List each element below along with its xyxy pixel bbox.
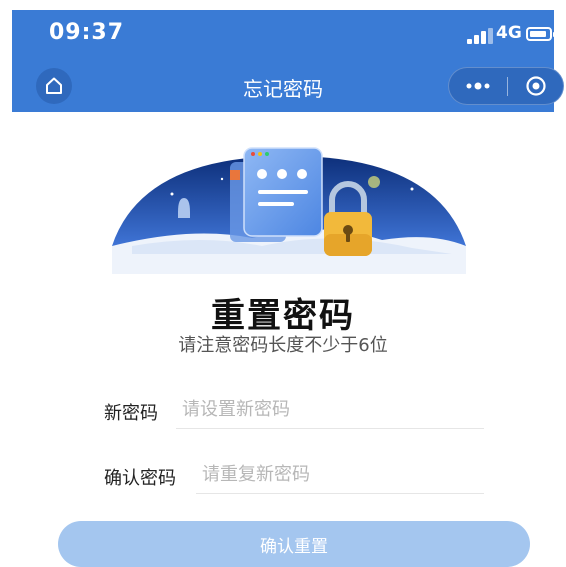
confirm-password-row: 确认密码 [104,456,484,496]
new-password-row: 新密码 [104,391,484,431]
lock-illustration [112,147,466,274]
network-type: 4G [496,23,522,43]
confirm-password-label: 确认密码 [104,468,176,489]
confirm-password-input[interactable] [196,456,484,494]
more-dots-icon [466,82,490,90]
signal-icon [467,28,493,44]
nav-bar: 忘记密码 [12,58,564,112]
battery-icon [526,27,556,41]
capsule-menu [448,67,564,105]
more-button[interactable] [449,68,507,104]
status-time: 09:37 [49,20,125,45]
target-close-icon [526,76,546,96]
reset-title: 重置密码 [211,296,355,336]
close-button[interactable] [508,68,564,104]
new-password-label: 新密码 [104,403,158,424]
reset-subtitle: 请注意密码长度不少于6位 [178,335,388,356]
new-password-input[interactable] [176,391,484,429]
status-bar: 09:37 4G [12,10,556,58]
confirm-reset-button[interactable]: 确认重置 [58,521,530,567]
